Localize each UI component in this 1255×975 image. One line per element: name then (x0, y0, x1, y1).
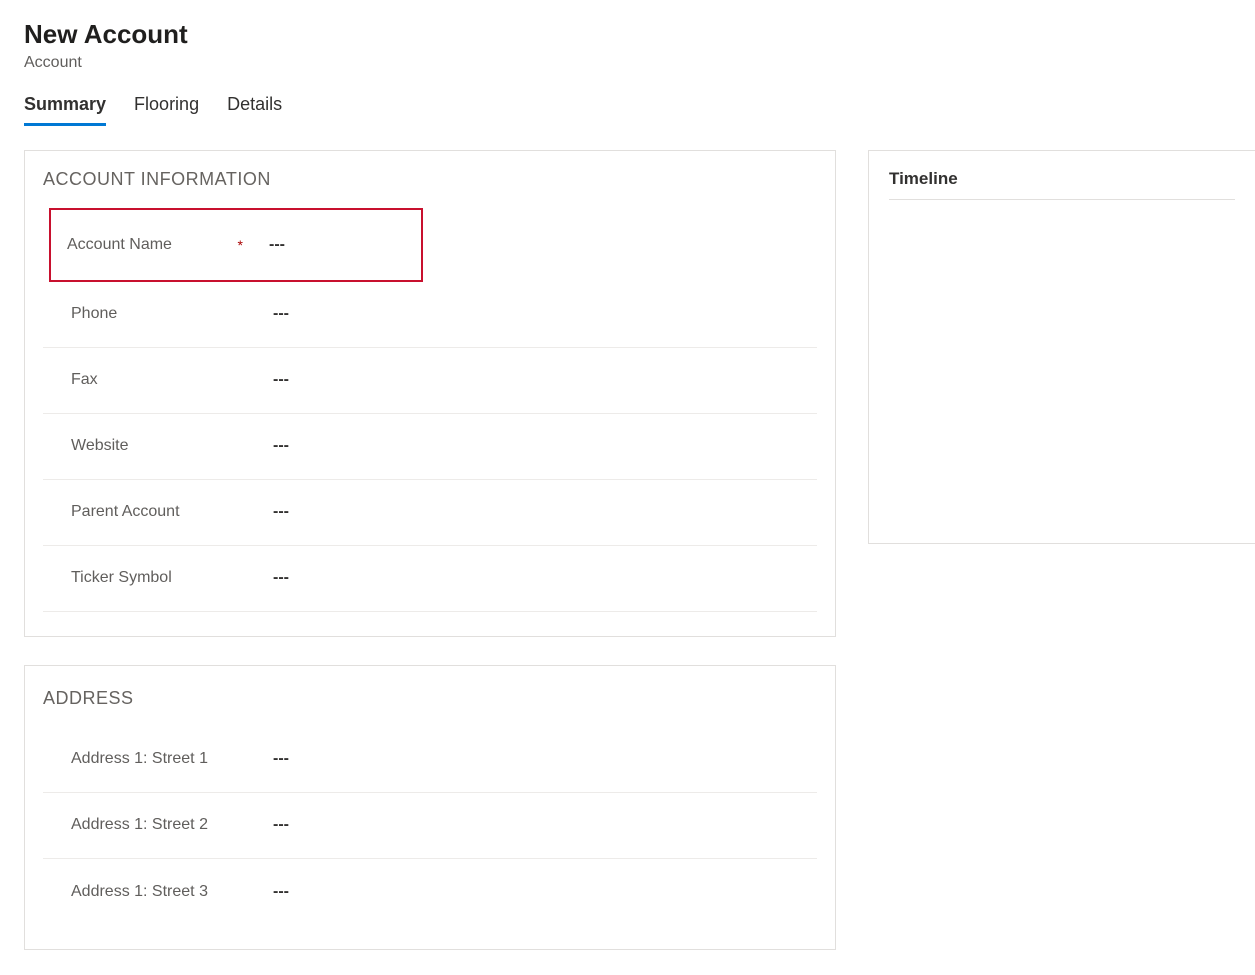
field-value[interactable]: --- (269, 569, 289, 587)
field-value[interactable]: --- (269, 750, 289, 768)
field-value[interactable]: --- (269, 883, 289, 901)
field-ticker-symbol[interactable]: Ticker Symbol --- (43, 546, 817, 612)
field-website[interactable]: Website --- (43, 414, 817, 480)
field-label: Fax (71, 371, 98, 389)
field-value[interactable]: --- (269, 371, 289, 389)
tab-details[interactable]: Details (227, 94, 282, 126)
field-label: Phone (71, 305, 117, 323)
field-value[interactable]: --- (269, 437, 289, 455)
timeline-panel: Timeline (868, 150, 1255, 544)
field-parent-account[interactable]: Parent Account --- (43, 480, 817, 546)
field-value[interactable]: --- (269, 816, 289, 834)
field-label: Parent Account (71, 503, 180, 521)
section-title-address: ADDRESS (43, 688, 817, 709)
field-label: Address 1: Street 2 (71, 816, 208, 834)
field-phone[interactable]: Phone --- (43, 282, 817, 348)
account-information-section: ACCOUNT INFORMATION Account Name * --- P… (24, 150, 836, 637)
field-label: Ticker Symbol (71, 569, 172, 587)
field-account-name[interactable]: Account Name * --- (67, 210, 421, 280)
page-title: New Account (24, 18, 1255, 52)
section-title-account-info: ACCOUNT INFORMATION (43, 169, 817, 190)
account-name-highlight: Account Name * --- (49, 208, 423, 282)
field-label: Address 1: Street 1 (71, 750, 208, 768)
tab-flooring[interactable]: Flooring (134, 94, 199, 126)
field-value[interactable]: --- (265, 236, 285, 254)
required-asterisk-icon: * (238, 237, 243, 253)
field-address1-street1[interactable]: Address 1: Street 1 --- (43, 727, 817, 793)
tab-summary[interactable]: Summary (24, 94, 106, 126)
field-label: Website (71, 437, 129, 455)
timeline-title: Timeline (889, 169, 1235, 200)
address-section: ADDRESS Address 1: Street 1 --- Address … (24, 665, 836, 950)
field-fax[interactable]: Fax --- (43, 348, 817, 414)
field-address1-street2[interactable]: Address 1: Street 2 --- (43, 793, 817, 859)
field-address1-street3[interactable]: Address 1: Street 3 --- (43, 859, 817, 925)
page-subtitle: Account (24, 54, 1255, 72)
tab-list: Summary Flooring Details (24, 94, 1255, 126)
field-value[interactable]: --- (269, 305, 289, 323)
field-value[interactable]: --- (269, 503, 289, 521)
field-label: Address 1: Street 3 (71, 883, 208, 901)
field-label: Account Name (67, 236, 172, 254)
